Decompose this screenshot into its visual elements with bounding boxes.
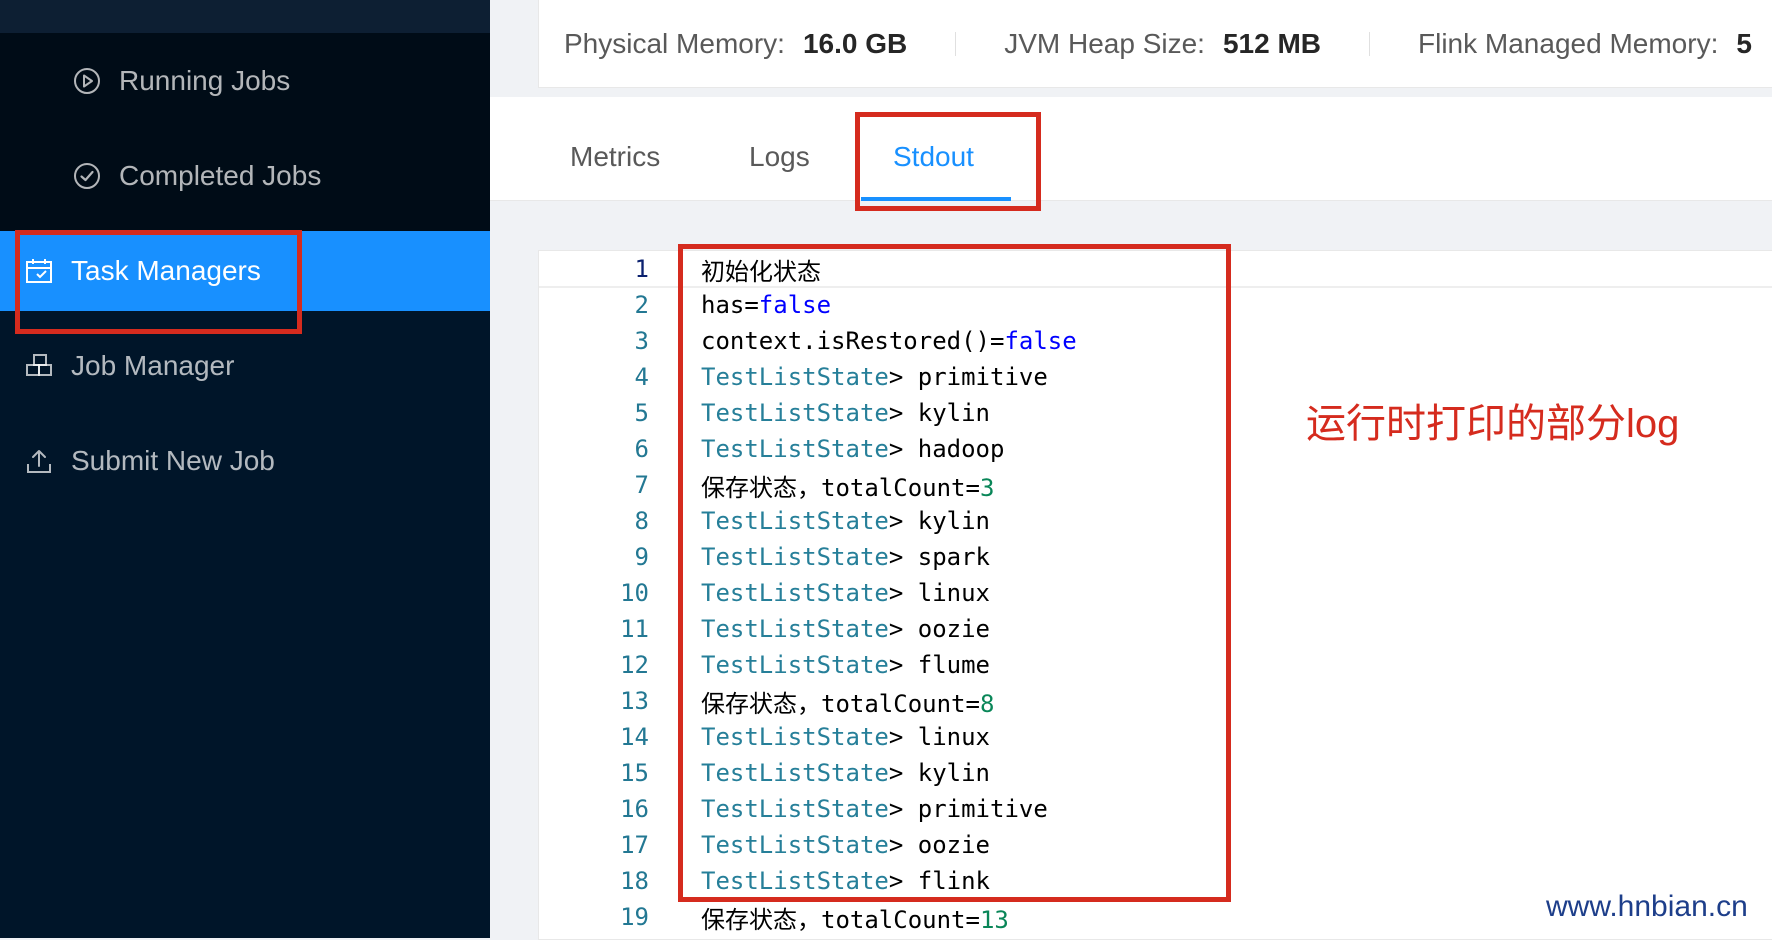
sidebar-item-running-jobs[interactable]: Running Jobs: [0, 41, 490, 121]
stdout-line: 6 TestListState> hadoop: [539, 431, 1005, 467]
stdout-line: 11 TestListState> oozie: [539, 611, 990, 647]
line-number: 6: [634, 435, 649, 463]
line-number: 17: [620, 831, 649, 859]
line-number: 7: [634, 471, 649, 499]
tab-bar: [490, 97, 1772, 201]
stat-value: 5: [1736, 27, 1752, 59]
task-manager-stats: Physical Memory: 16.0 GB JVM Heap Size: …: [538, 0, 1772, 88]
stat-jvm-heap-size: JVM Heap Size: 512 MB: [1004, 28, 1321, 60]
sidebar-item-label: Job Manager: [71, 350, 235, 381]
stdout-line: 5 TestListState> kylin: [539, 395, 990, 431]
sidebar-item-label: Completed Jobs: [119, 160, 322, 191]
stdout-line: 19 保存状态，totalCount=13: [539, 899, 1009, 935]
stat-divider: [955, 31, 957, 56]
stdout-line: 1 初始化状态: [539, 251, 821, 287]
stat-label: JVM Heap Size:: [1004, 27, 1205, 59]
line-number: 18: [620, 867, 649, 895]
annotation-box-stdout-tab: [855, 112, 1041, 211]
check-circle-icon: [73, 162, 101, 190]
sidebar-item-submit-new-job[interactable]: Submit New Job: [0, 421, 490, 501]
sidebar-item-label: Running Jobs: [119, 65, 291, 96]
stat-value: 512 MB: [1222, 27, 1322, 59]
line-number: 2: [634, 291, 649, 319]
stdout-line: 14 TestListState> linux: [539, 719, 990, 755]
line-number: 13: [620, 687, 649, 715]
stdout-line: 2 has=false: [539, 287, 832, 323]
stdout-line: 12 TestListState> flume: [539, 647, 990, 683]
sidebar-item-label: Submit New Job: [71, 445, 275, 476]
line-number: 5: [634, 399, 649, 427]
sidebar-item-job-manager[interactable]: Job Manager: [0, 326, 490, 406]
tab-metrics[interactable]: Metrics: [570, 141, 660, 173]
line-number: 12: [620, 651, 649, 679]
stdout-line: 15 TestListState> kylin: [539, 755, 990, 791]
sidebar-item-completed-jobs[interactable]: Completed Jobs: [0, 136, 490, 216]
stdout-line: 17 TestListState> oozie: [539, 827, 990, 863]
line-number: 16: [620, 795, 649, 823]
line-number: 1: [634, 255, 649, 283]
annotation-box-task-managers: [15, 230, 302, 334]
stat-label: Physical Memory:: [564, 27, 785, 59]
line-number: 15: [620, 759, 649, 787]
line-text: 保存状态，totalCount=13: [701, 900, 1009, 935]
line-number: 19: [620, 903, 649, 931]
sidebar: Running Jobs Completed Jobs Task Manager…: [0, 0, 490, 938]
stat-flink-managed-memory: Flink Managed Memory: 5: [1418, 28, 1752, 60]
stat-value: 16.0 GB: [802, 27, 908, 59]
line-number: 3: [634, 327, 649, 355]
stdout-line: 4 TestListState> primitive: [539, 359, 1048, 395]
stdout-line: 13 保存状态，totalCount=8: [539, 683, 994, 719]
upload-icon: [25, 448, 53, 474]
stat-divider: [1369, 31, 1371, 56]
line-number: 11: [620, 615, 649, 643]
stdout-line: 8 TestListState> kylin: [539, 503, 990, 539]
line-number: 8: [634, 507, 649, 535]
annotation-note: 运行时打印的部分log: [1306, 402, 1680, 446]
stdout-line: 10 TestListState> linux: [539, 575, 990, 611]
stdout-line: 3 context.isRestored()=false: [539, 323, 1077, 359]
watermark: www.hnbian.cn: [1546, 890, 1748, 923]
stdout-line: 16 TestListState> primitive: [539, 791, 1048, 827]
line-number: 4: [634, 363, 649, 391]
stdout-line: 9 TestListState> spark: [539, 539, 990, 575]
line-number: 9: [634, 543, 649, 571]
line-number: 14: [620, 723, 649, 751]
line-number: 10: [620, 579, 649, 607]
stat-label: Flink Managed Memory:: [1418, 27, 1719, 59]
line-token: 13: [979, 905, 1009, 934]
build-icon: [25, 353, 53, 379]
tab-logs[interactable]: Logs: [749, 141, 810, 173]
stdout-line: 7 保存状态，totalCount=3: [539, 467, 995, 503]
stat-physical-memory: Physical Memory: 16.0 GB: [564, 28, 907, 60]
annotation-box-log-output: [678, 244, 1231, 902]
play-circle-icon: [73, 67, 101, 95]
line-token: 保存状态，totalCount=: [701, 905, 980, 934]
sidebar-top-band: [0, 0, 490, 33]
stdout-line: 18 TestListState> flink: [539, 863, 990, 899]
